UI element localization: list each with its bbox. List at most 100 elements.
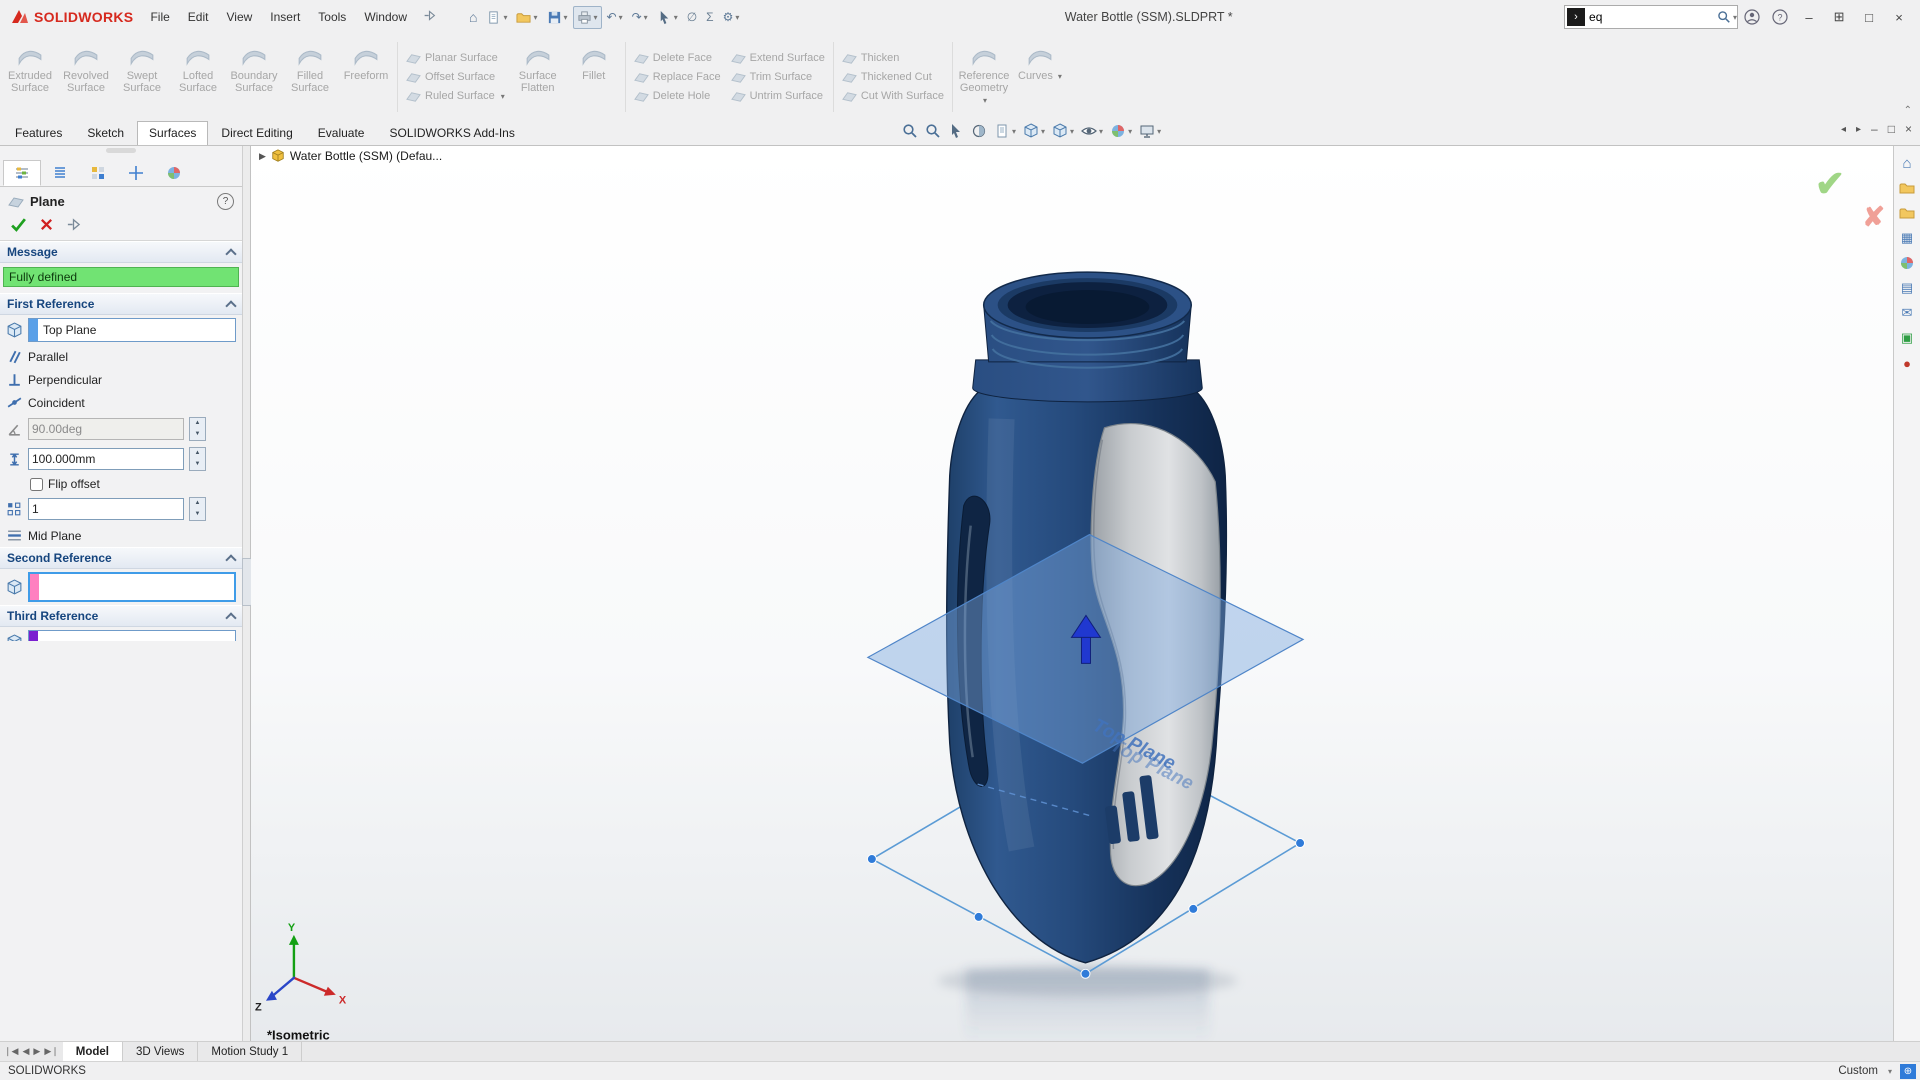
menu-file[interactable]: File	[141, 6, 178, 28]
tab-evaluate[interactable]: Evaluate	[306, 121, 377, 145]
confirm-ok-button[interactable]: ✔	[1815, 166, 1845, 202]
help-icon[interactable]: ?	[1766, 4, 1794, 30]
layout-window-button[interactable]: ⊞	[1824, 4, 1854, 30]
ribbon-revolved-surface-button[interactable]: RevolvedSurface	[58, 36, 114, 118]
close-window-button[interactable]: ×	[1884, 4, 1914, 30]
select-button[interactable]: ▾	[653, 6, 682, 29]
angle-input[interactable]	[28, 418, 184, 440]
ribbon-boundary-surface-button[interactable]: BoundarySurface	[226, 36, 282, 118]
view-settings-icon[interactable]: ▾	[1137, 121, 1163, 141]
tree-expand-icon[interactable]: ▶	[259, 151, 266, 162]
view-palette-icon[interactable]: ▦	[1898, 229, 1916, 247]
menu-insert[interactable]: Insert	[261, 6, 309, 28]
ribbon-thicken-button[interactable]: Thicken	[842, 51, 944, 66]
instance-count-spinner[interactable]: ▲▼	[189, 497, 206, 521]
new-document-button[interactable]: ▾	[482, 6, 511, 29]
rebuild-button[interactable]: ∅	[683, 6, 701, 28]
message-group-header[interactable]: Message	[0, 241, 242, 263]
doc-restore-button[interactable]: □	[1888, 122, 1895, 136]
panel-collapse-handle[interactable]	[106, 148, 136, 153]
restore-window-button[interactable]: □	[1854, 4, 1884, 30]
ribbon-cut-with-surface-button[interactable]: Cut With Surface	[842, 89, 944, 104]
doc-prev-icon[interactable]: ◂	[1841, 124, 1846, 135]
design-library-icon[interactable]	[1898, 179, 1916, 197]
graphics-scene[interactable]: Top Plane Top Plane Y X Z *Isometric	[251, 146, 1893, 1041]
first-reference-group-header[interactable]: First Reference	[0, 293, 242, 315]
perpendicular-option[interactable]: Perpendicular	[0, 368, 242, 391]
tab-motion-study[interactable]: Motion Study 1	[198, 1042, 302, 1061]
ribbon-swept-surface-button[interactable]: SweptSurface	[114, 36, 170, 118]
messages-icon[interactable]: ▣	[1898, 329, 1916, 347]
pm-help-icon[interactable]: ?	[217, 193, 234, 210]
third-reference-group-header[interactable]: Third Reference	[0, 605, 242, 627]
appearances-icon[interactable]	[1898, 254, 1916, 272]
pm-tab-dimxpert-manager[interactable]	[117, 160, 155, 186]
redo-button[interactable]: ↷▾	[628, 6, 652, 28]
ribbon-lofted-surface-button[interactable]: LoftedSurface	[170, 36, 226, 118]
tab-scroll-prev-icon[interactable]: ◀	[22, 1046, 29, 1057]
menu-edit[interactable]: Edit	[179, 6, 218, 28]
graphics-viewport[interactable]: Top Plane Top Plane Y X Z *Isometric	[251, 146, 1893, 1041]
zoom-fit-icon[interactable]	[900, 121, 920, 141]
feature-tree-root[interactable]: ▶ Water Bottle (SSM) (Defau...	[259, 149, 442, 163]
ribbon-freeform-button[interactable]: Freeform	[338, 36, 394, 118]
previous-view-icon[interactable]	[946, 121, 966, 141]
home-button[interactable]: ⌂	[465, 5, 481, 29]
pm-cancel-button[interactable]	[39, 217, 54, 232]
menu-view[interactable]: View	[217, 6, 261, 28]
tab-model[interactable]: Model	[63, 1042, 123, 1061]
ribbon-extruded-surface-button[interactable]: ExtrudedSurface	[2, 36, 58, 118]
mid-plane-option[interactable]: Mid Plane	[0, 524, 242, 547]
custom-properties-icon[interactable]: ▤	[1898, 279, 1916, 297]
save-button[interactable]: ▾	[543, 6, 572, 29]
pm-tab-feature-manager[interactable]	[41, 160, 79, 186]
ribbon-replace-face-button[interactable]: Replace Face	[634, 70, 721, 85]
doc-close-button[interactable]: ×	[1905, 122, 1912, 136]
forum-icon[interactable]: ✉	[1898, 304, 1916, 322]
instance-count-input[interactable]	[28, 498, 184, 520]
ribbon-filled-surface-button[interactable]: FilledSurface	[282, 36, 338, 118]
second-reference-selection-box[interactable]	[28, 572, 236, 602]
ribbon-offset-surface-button[interactable]: Offset Surface	[406, 70, 505, 85]
annotation-views-icon[interactable]: ▾	[992, 121, 1018, 141]
ribbon-untrim-surface-button[interactable]: Untrim Surface	[731, 89, 825, 104]
ribbon-extend-surface-button[interactable]: Extend Surface	[731, 51, 825, 66]
print-button[interactable]: ▾	[573, 6, 602, 29]
tab-features[interactable]: Features	[3, 121, 74, 145]
ribbon-thickened-cut-button[interactable]: Thickened Cut	[842, 70, 944, 85]
search-icon[interactable]	[1717, 10, 1731, 24]
coincident-option[interactable]: Coincident	[0, 391, 242, 414]
open-document-button[interactable]: ▾	[512, 6, 541, 29]
ribbon-trim-surface-button[interactable]: Trim Surface	[731, 70, 825, 85]
menu-window[interactable]: Window	[355, 6, 416, 28]
ribbon-surface-flatten-button[interactable]: SurfaceFlatten	[510, 36, 566, 118]
ribbon-delete-hole-button[interactable]: Delete Hole	[634, 89, 721, 104]
first-reference-selection-box[interactable]: Top Plane	[28, 318, 236, 342]
tab-scroll-first-icon[interactable]: ❘◀	[4, 1046, 18, 1057]
pm-tab-property-manager[interactable]	[3, 160, 41, 186]
tab-sketch[interactable]: Sketch	[75, 121, 136, 145]
file-explorer-icon[interactable]	[1898, 204, 1916, 222]
options-button[interactable]: ⚙▾	[719, 6, 744, 28]
tab-direct-editing[interactable]: Direct Editing	[209, 121, 304, 145]
display-state-dropdown-icon[interactable]: ▾	[1888, 1067, 1892, 1076]
pm-tab-configuration-manager[interactable]	[79, 160, 117, 186]
undo-button[interactable]: ↶▾	[603, 6, 627, 28]
search-dropdown-icon[interactable]: ▾	[1733, 13, 1737, 22]
doc-next-icon[interactable]: ▸	[1856, 124, 1861, 135]
edit-appearance-icon[interactable]: ▾	[1108, 121, 1134, 141]
display-state-label[interactable]: Custom	[1838, 1065, 1878, 1077]
tag-icon[interactable]: ⊕	[1900, 1064, 1916, 1079]
menu-pin-icon[interactable]	[416, 7, 443, 27]
flip-offset-checkbox[interactable]	[30, 478, 43, 491]
angle-spinner[interactable]: ▲▼	[189, 417, 206, 441]
tab-solidworks-addins[interactable]: SOLIDWORKS Add-Ins	[377, 121, 526, 145]
tab-surfaces[interactable]: Surfaces	[137, 121, 208, 145]
third-reference-selection-box[interactable]	[28, 630, 236, 641]
menu-tools[interactable]: Tools	[309, 6, 355, 28]
panel-splitter[interactable]	[242, 146, 251, 1041]
section-view-icon[interactable]	[969, 121, 989, 141]
pm-pin-button[interactable]	[66, 217, 81, 232]
tab-3d-views[interactable]: 3D Views	[123, 1042, 198, 1061]
ribbon-ruled-surface-button[interactable]: Ruled Surface▾	[406, 89, 505, 104]
